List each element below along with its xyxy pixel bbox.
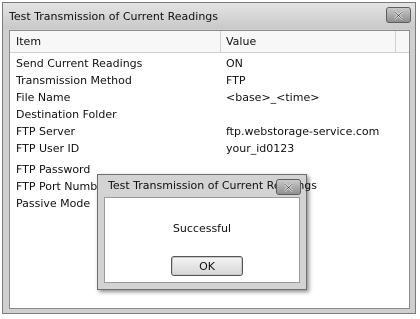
row-item: FTP User ID: [16, 142, 80, 155]
column-header-value[interactable]: Value: [226, 35, 256, 48]
row-item: Transmission Method: [16, 74, 132, 87]
list-header: Item Value: [10, 31, 409, 53]
list-row[interactable]: Transmission Method FTP: [10, 73, 409, 90]
row-item: FTP Server: [16, 125, 76, 138]
title-bar[interactable]: Test Transmission of Current Readings: [3, 3, 415, 29]
dialog-body: Successful OK: [104, 197, 300, 283]
row-value: FTP: [226, 74, 246, 87]
row-item: Send Current Readings: [16, 57, 143, 70]
list-row[interactable]: FTP Server ftp.webstorage-service.com: [10, 124, 409, 141]
row-item: File Name: [16, 91, 71, 104]
dialog-message: Successful: [172, 222, 232, 235]
row-item: Destination Folder: [16, 108, 117, 121]
ok-button[interactable]: OK: [171, 256, 243, 276]
close-icon: [393, 10, 404, 20]
window-close-button[interactable]: [386, 7, 411, 23]
list-row[interactable]: FTP User ID your_id0123: [10, 141, 409, 158]
row-value: ON: [226, 57, 243, 70]
column-header-item[interactable]: Item: [16, 35, 41, 48]
close-icon: [283, 182, 294, 192]
column-divider[interactable]: [395, 31, 396, 52]
row-value: ftp.webstorage-service.com: [226, 125, 380, 138]
list-row[interactable]: Send Current Readings ON: [10, 56, 409, 73]
row-value: your_id0123: [226, 142, 295, 155]
row-item: FTP Port Number: [16, 180, 109, 193]
row-item: FTP Password: [16, 163, 91, 176]
row-value: <base>_<time>: [226, 91, 320, 104]
list-row[interactable]: Destination Folder: [10, 107, 409, 124]
window-title: Test Transmission of Current Readings: [9, 10, 219, 23]
row-item: Passive Mode: [16, 197, 91, 210]
result-dialog: Test Transmission of Current Readings Su…: [97, 174, 317, 290]
column-divider[interactable]: [220, 31, 221, 52]
list-row[interactable]: File Name <base>_<time>: [10, 90, 409, 107]
dialog-close-button[interactable]: [276, 179, 301, 195]
